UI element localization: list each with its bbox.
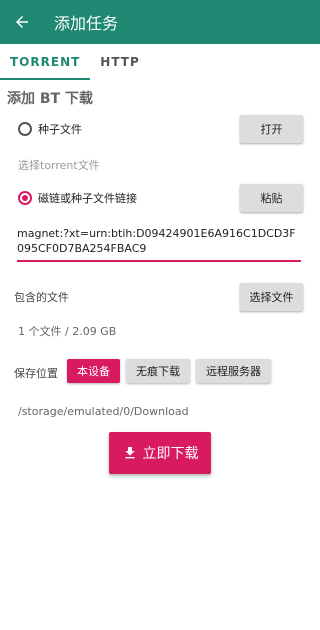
torrent-file-label: 种子文件 [38,123,82,136]
location-this-device-button[interactable]: 本设备 [67,359,120,383]
tab-bar: TORRENT HTTP [0,44,320,80]
location-remote-server-button[interactable]: 远程服务器 [196,359,271,383]
tab-http[interactable]: HTTP [90,44,149,80]
download-icon [124,447,135,459]
page-title: 添加任务 [54,14,119,33]
paste-button[interactable]: 粘贴 [240,184,303,212]
section-title: 添加 BT 下载 [7,91,93,107]
save-location-label: 保存位置 [14,367,58,380]
magnet-input[interactable]: magnet:?xt=urn:btih:D09424901E6A916C1DCD… [17,226,301,262]
magnet-option[interactable]: 磁链或种子文件链接 [18,190,137,206]
save-path: /storage/emulated/0/Download [18,405,189,418]
location-incognito-button[interactable]: 无痕下载 [126,359,190,383]
back-arrow-icon [16,16,28,28]
open-button[interactable]: 打开 [240,115,303,143]
files-summary: 1 个文件 / 2.09 GB [18,325,117,338]
back-button[interactable] [0,0,44,44]
files-label: 包含的文件 [14,291,69,304]
download-now-button[interactable]: 立即下载 [109,432,211,474]
download-now-label: 立即下载 [142,446,199,462]
torrent-hint: 选择torrent文件 [18,159,100,172]
select-files-button[interactable]: 选择文件 [240,283,303,311]
app-bar: 添加任务 [0,0,320,44]
torrent-file-option[interactable]: 种子文件 [18,121,82,137]
torrent-file-radio[interactable] [18,122,32,136]
magnet-radio[interactable] [18,191,32,205]
tab-torrent[interactable]: TORRENT [0,44,91,80]
magnet-label: 磁链或种子文件链接 [38,192,137,205]
